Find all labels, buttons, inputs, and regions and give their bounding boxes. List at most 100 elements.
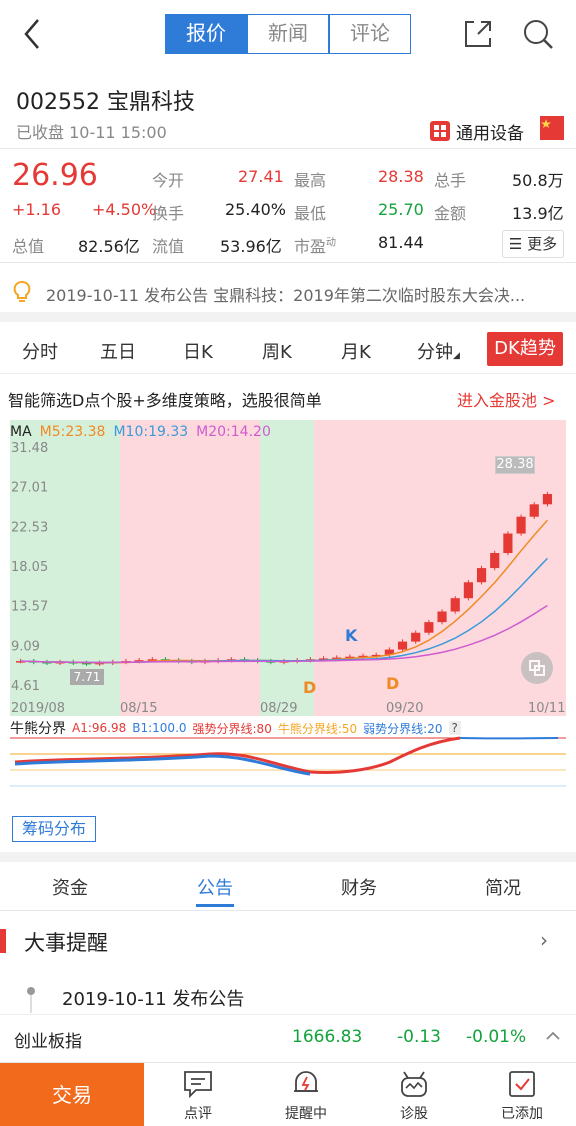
y-tick-label: 22.53 <box>11 520 48 535</box>
back-button[interactable] <box>18 16 48 52</box>
x-tick-label: 2019/08 <box>11 701 65 716</box>
nav-diagnose[interactable]: 诊股 <box>360 1063 468 1126</box>
min-price-label: 7.71 <box>70 669 104 685</box>
open-value: 27.41 <box>238 167 284 186</box>
divider <box>0 148 576 149</box>
china-flag-icon <box>540 116 564 140</box>
tab-news[interactable]: 新闻 <box>247 14 329 54</box>
pe-label: 市盈动 <box>294 237 337 256</box>
tab-financials[interactable]: 财务 <box>341 874 377 900</box>
comment-icon <box>184 1071 212 1099</box>
index-ticker-bar[interactable]: 创业板指 1666.83 -0.13 -0.01% <box>0 1014 576 1060</box>
more-button[interactable]: ☰ 更多 <box>502 230 564 258</box>
market-status: 已收盘 10-11 15:00 <box>16 123 167 142</box>
y-tick-label: 13.57 <box>11 600 48 615</box>
fullscreen-icon[interactable] <box>521 652 553 684</box>
candle <box>529 504 539 517</box>
nav-alert-label: 提醒中 <box>285 1106 327 1122</box>
gold-pool-link[interactable]: 进入金股池 > <box>457 387 556 411</box>
x-tick-label: 10/11 <box>528 701 565 716</box>
k-marker: K <box>345 626 358 645</box>
indicator-legend: 牛熊分界 A1:96.98 B1:100.0 强势分界线:80 牛熊分界线:50… <box>10 718 461 738</box>
tab-dk-trend[interactable]: DK趋势 <box>487 332 563 366</box>
candle <box>476 568 487 583</box>
last-price: 26.96 <box>12 158 98 193</box>
float-value-label: 流值 <box>152 237 185 256</box>
high-label: 最高 <box>294 171 327 190</box>
turnover-label: 换手 <box>152 204 185 223</box>
active-tab-indicator <box>196 904 234 907</box>
chevron-up-icon[interactable] <box>544 1027 562 1049</box>
indicator-chart <box>10 736 566 796</box>
y-tick-label: 27.01 <box>11 481 48 496</box>
events-chevron-right-icon[interactable]: › <box>540 928 548 952</box>
chip-distribution-button[interactable]: 筹码分布 <box>12 816 96 842</box>
tab-minute[interactable]: 分钟◢ <box>417 338 460 364</box>
help-icon[interactable]: ? <box>448 721 461 735</box>
low-value: 25.70 <box>378 200 424 219</box>
open-label: 今开 <box>152 171 185 190</box>
dk-trend-chart[interactable]: 31.48 27.01 22.53 18.05 13.57 9.09 4.61 2019/08… <box>10 420 566 716</box>
index-name: 创业板指 <box>14 1032 82 1052</box>
tab-weekly-k[interactable]: 周K <box>262 338 292 364</box>
float-value: 53.96亿 <box>220 237 282 256</box>
stock-code-name: 002552 宝鼎科技 <box>16 90 195 115</box>
candle <box>542 494 552 505</box>
tab-profile[interactable]: 简况 <box>485 874 521 900</box>
candle <box>411 632 421 642</box>
tab-monthly-k[interactable]: 月K <box>341 338 371 364</box>
events-title: 大事提醒 <box>24 931 108 955</box>
bottom-nav: 交易 点评 提醒中 诊股 已添加 <box>0 1062 576 1126</box>
divider <box>0 910 576 911</box>
tab-announcements[interactable]: 公告 <box>197 874 233 900</box>
nav-comment-label: 点评 <box>184 1106 212 1122</box>
max-price-label: 28.38 <box>495 456 535 474</box>
nav-diagnose-label: 诊股 <box>400 1106 428 1122</box>
pe-value: 81.44 <box>378 233 424 252</box>
nav-comment[interactable]: 点评 <box>144 1063 252 1126</box>
indicator-title: 牛熊分界 <box>10 721 66 737</box>
amount-label: 金额 <box>434 204 467 223</box>
tab-intraday[interactable]: 分时 <box>22 338 58 364</box>
top-bar: 报价 新闻 评论 <box>0 0 576 72</box>
y-tick-label: 18.05 <box>11 560 48 575</box>
share-button[interactable] <box>460 16 496 52</box>
stock-header: 002552 宝鼎科技 已收盘 10-11 15:00 通用设备 <box>0 72 576 148</box>
candle <box>463 582 473 599</box>
event-item[interactable]: 2019-10-11 发布公告 <box>62 985 244 1011</box>
nav-alert[interactable]: 提醒中 <box>252 1063 360 1126</box>
promo-text: 智能筛选D点个股+多维度策略，选股很简单 <box>8 391 322 410</box>
industry-tag[interactable]: 通用设备 <box>430 117 524 145</box>
tab-daily-k[interactable]: 日K <box>183 338 213 364</box>
strong-line-label: 强势分界线:80 <box>192 721 272 736</box>
announcement-text: 2019-10-11 发布公告 宝鼎科技：2019年第二次临时股东大会决... <box>46 286 526 305</box>
index-change: -0.13 <box>397 1027 441 1047</box>
tab-five-day[interactable]: 五日 <box>100 338 136 364</box>
ma10-label: M10:19.33 <box>113 424 189 440</box>
tab-funds[interactable]: 资金 <box>52 874 88 900</box>
d-marker-1: D <box>303 678 317 697</box>
robot-icon <box>401 1071 427 1097</box>
candle <box>437 611 447 623</box>
price-change: +1.16 <box>12 200 62 219</box>
ma-legend: MA M5:23.38 M10:19.33 M20:14.20 <box>10 424 271 440</box>
index-change-pct: -0.01% <box>466 1027 527 1047</box>
tab-comments[interactable]: 评论 <box>329 14 411 54</box>
x-tick-label: 08/15 <box>120 701 157 716</box>
alarm-icon <box>294 1071 318 1092</box>
timeline-line <box>30 995 32 1013</box>
section-tabs: 资金 公告 财务 简况 <box>0 862 576 910</box>
nav-added[interactable]: 已添加 <box>468 1063 576 1126</box>
tab-quote[interactable]: 报价 <box>165 14 247 54</box>
price-change-pct: +4.50% <box>92 200 157 219</box>
trade-button[interactable]: 交易 <box>0 1063 144 1126</box>
search-icon <box>524 20 553 49</box>
lightbulb-icon <box>13 281 31 302</box>
industry-label: 通用设备 <box>456 123 524 144</box>
volume-value: 50.8万 <box>512 171 564 190</box>
b1-value: B1:100.0 <box>132 721 187 735</box>
search-button[interactable] <box>520 16 556 52</box>
weak-line-label: 弱势分界线:20 <box>363 721 443 736</box>
share-icon <box>465 21 491 47</box>
low-label: 最低 <box>294 204 327 223</box>
